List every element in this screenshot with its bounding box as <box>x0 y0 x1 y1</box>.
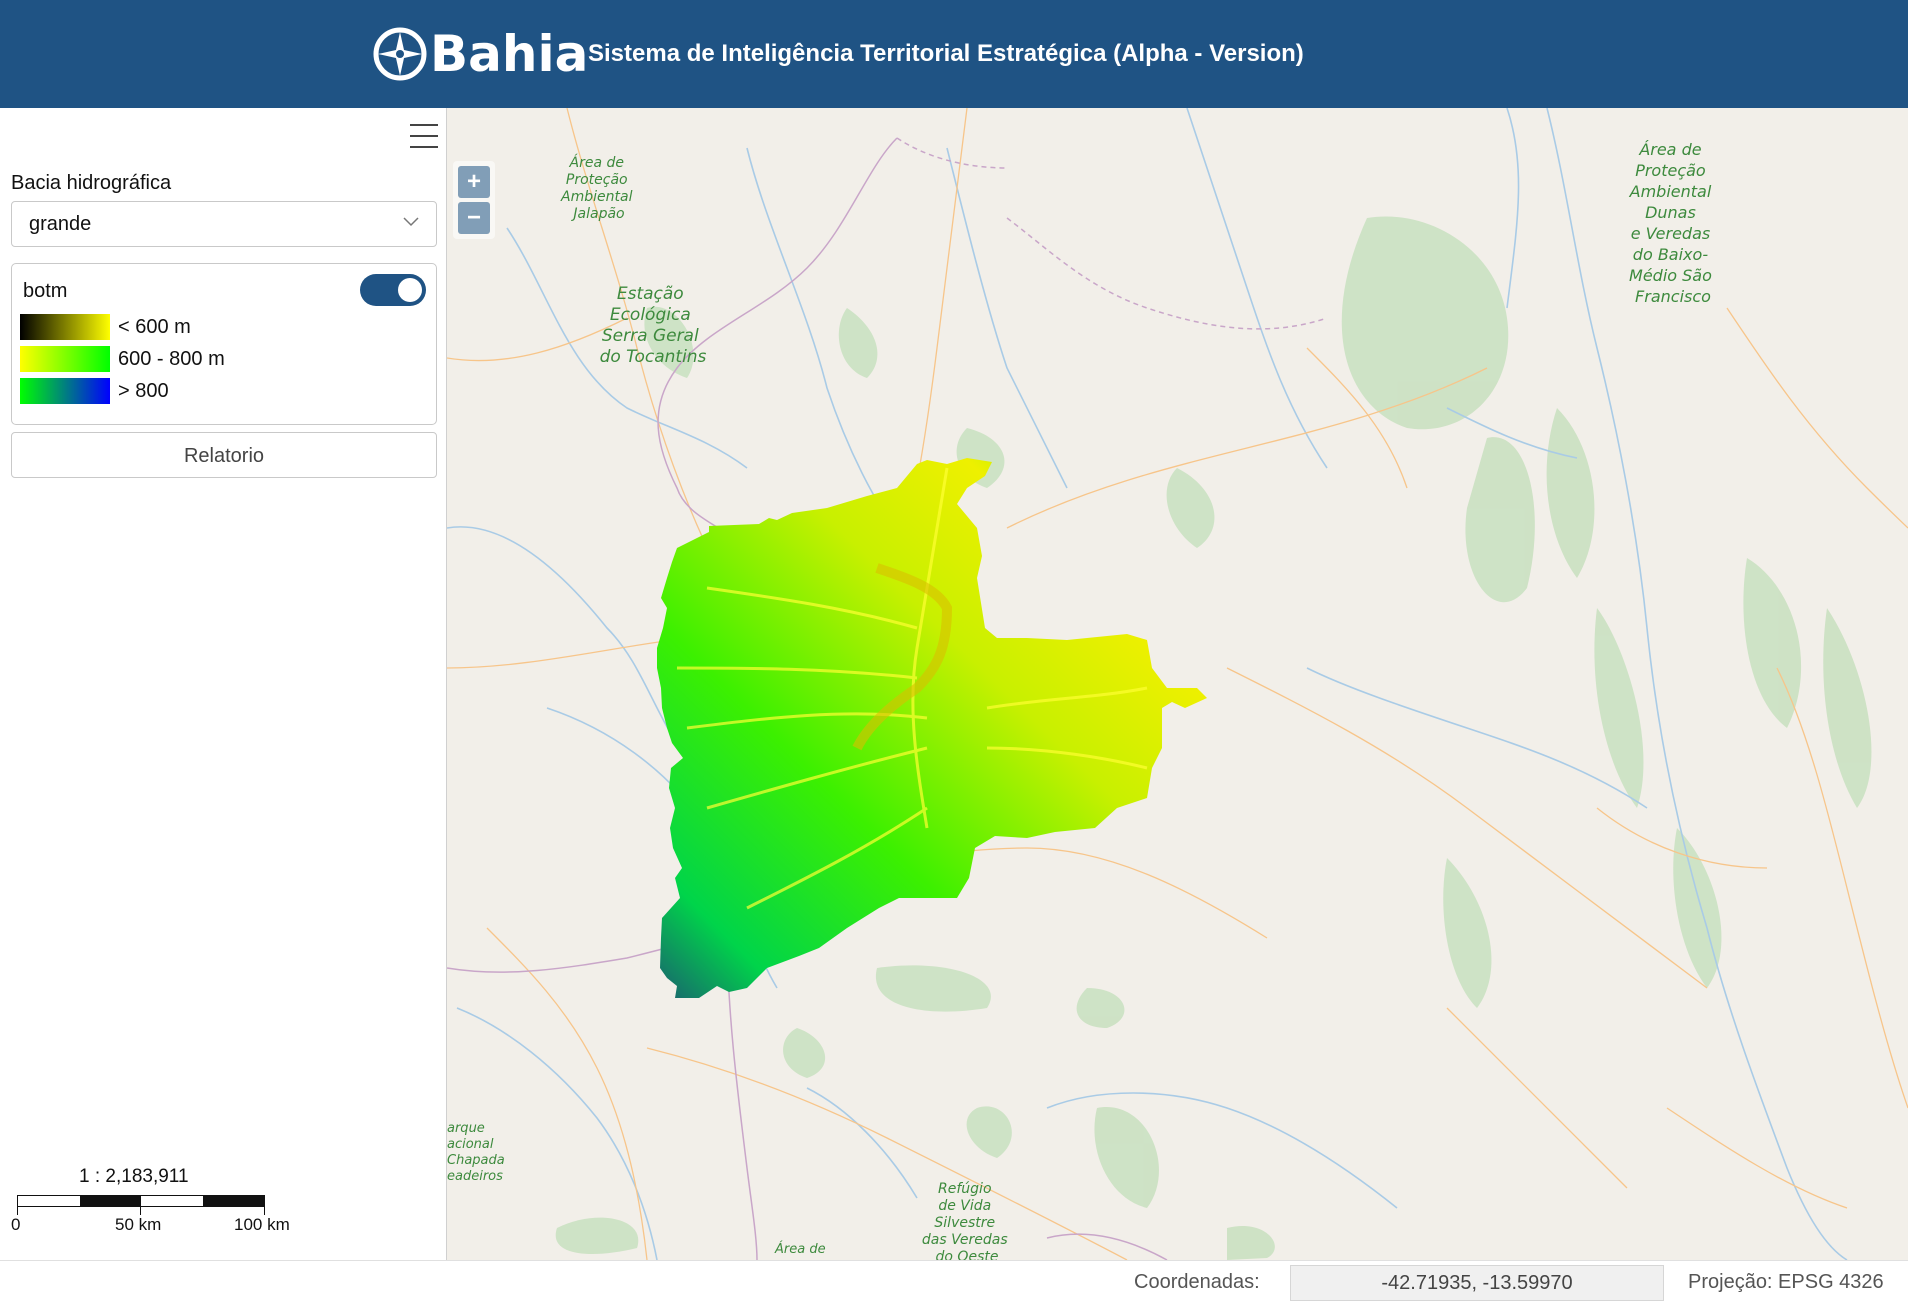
app-header: Bahia Sistema de Inteligência Territoria… <box>0 0 1908 108</box>
layer-panel: botm < 600 m 600 - 800 m > 800 <box>11 263 437 425</box>
legend-label: < 600 m <box>118 315 191 338</box>
status-bar: Coordenadas: -42.71935, -13.59970 Projeç… <box>0 1260 1908 1303</box>
scale-label: 100 km <box>234 1215 290 1234</box>
logo-text: Bahia <box>430 25 589 83</box>
scale-tick <box>140 1207 141 1215</box>
legend-swatch <box>20 346 110 372</box>
zoom-control: + − <box>453 161 495 239</box>
legend-item: 600 - 800 m <box>20 346 225 372</box>
chevron-down-icon <box>403 217 419 227</box>
zoom-in-button[interactable]: + <box>458 166 490 198</box>
legend-swatch <box>20 378 110 404</box>
scale-tick <box>264 1207 265 1215</box>
report-button[interactable]: Relatorio <box>11 432 437 478</box>
projection-label: Projeção: EPSG 4326 <box>1688 1271 1884 1293</box>
map-canvas[interactable]: Área de Proteção Ambiental Jalapão Estaç… <box>447 108 1908 1260</box>
basin-select[interactable]: grande <box>11 201 437 247</box>
toggle-knob <box>398 278 422 302</box>
legend-item: < 600 m <box>20 314 191 340</box>
map-view[interactable]: Área de Proteção Ambiental Jalapão Estaç… <box>447 108 1908 1260</box>
coordinates-label: Coordenadas: <box>1134 1271 1260 1293</box>
compass-logo-icon <box>373 27 427 81</box>
scale-bar <box>17 1195 265 1207</box>
layer-visibility-toggle[interactable] <box>360 274 426 306</box>
legend-label: 600 - 800 m <box>118 347 225 370</box>
legend-swatch <box>20 314 110 340</box>
legend-item: > 800 <box>20 378 169 404</box>
coordinates-value: -42.71935, -13.59970 <box>1290 1265 1664 1301</box>
sidebar-panel: Bacia hidrográfica grande botm < 600 m 6… <box>0 108 447 1260</box>
scale-tick <box>17 1207 18 1215</box>
hamburger-menu-icon[interactable] <box>410 124 438 150</box>
scale-ratio: 1 : 2,183,911 <box>79 1166 189 1187</box>
scale-label: 0 <box>11 1215 21 1234</box>
basin-label: Bacia hidrográfica <box>11 172 172 194</box>
legend-label: > 800 <box>118 379 169 402</box>
basin-select-value: grande <box>29 213 92 235</box>
scale-label: 50 km <box>115 1215 162 1234</box>
map-label-area-de: Área de <box>774 1241 826 1257</box>
layer-name: botm <box>23 280 68 302</box>
bahia-logo: Bahia <box>372 24 588 84</box>
app-title: Sistema de Inteligência Territorial Estr… <box>588 40 1304 67</box>
zoom-out-button[interactable]: − <box>458 202 490 234</box>
